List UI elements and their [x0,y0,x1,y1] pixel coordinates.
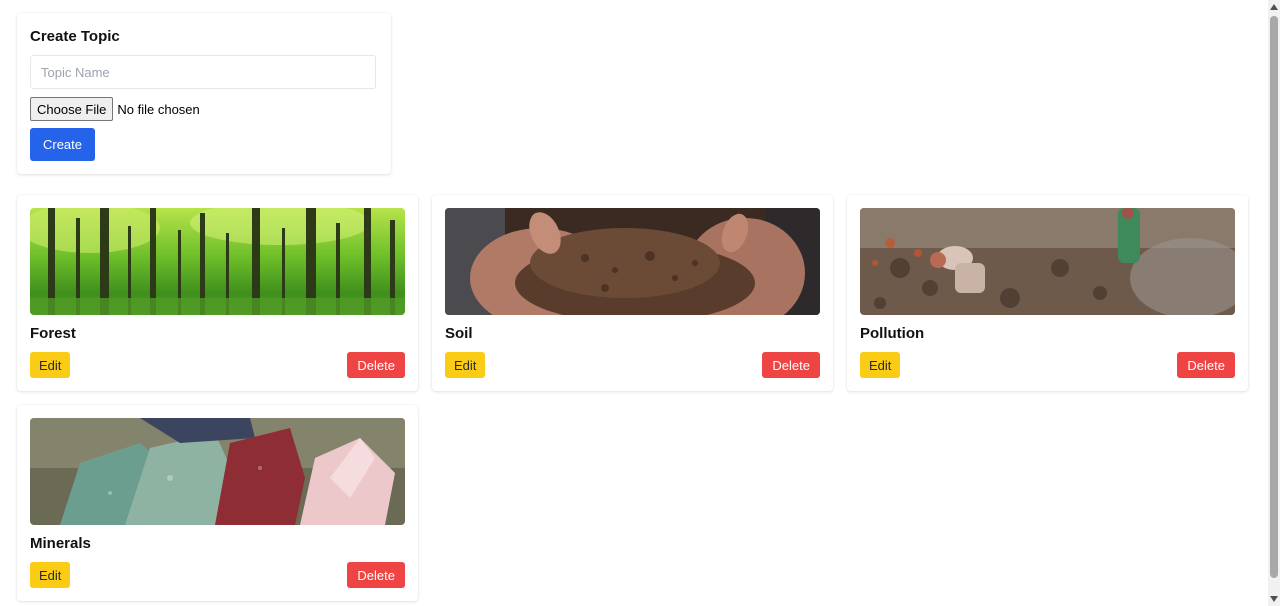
delete-button[interactable]: Delete [1177,352,1235,378]
file-picker: Choose File No file chosen [30,97,200,121]
edit-button[interactable]: Edit [445,352,486,378]
topic-card: Forest Edit Delete [17,195,418,391]
topic-title: Forest [30,325,76,342]
vertical-scrollbar[interactable] [1268,0,1280,606]
edit-button[interactable]: Edit [30,562,71,588]
create-topic-panel: Create Topic Choose File No file chosen … [17,13,391,174]
scrollbar-thumb[interactable] [1270,16,1278,578]
choose-file-button[interactable]: Choose File [30,97,114,121]
topic-name-input[interactable] [30,55,376,89]
edit-button[interactable]: Edit [860,352,901,378]
pollution-photo [860,208,1235,315]
file-status-text: No file chosen [117,101,200,117]
topics-page: Create Topic Choose File No file chosen … [0,0,1268,606]
create-topic-title: Create Topic [30,28,120,45]
delete-button[interactable]: Delete [347,562,405,588]
edit-button[interactable]: Edit [30,352,71,378]
topic-card: Minerals Edit Delete [17,405,418,601]
topic-card: Soil Edit Delete [432,195,833,391]
topic-card: Pollution Edit Delete [847,195,1248,391]
delete-button[interactable]: Delete [347,352,405,378]
scroll-down-arrow-icon[interactable] [1268,592,1280,606]
create-button[interactable]: Create [30,128,95,161]
topic-title: Soil [445,325,473,342]
delete-button[interactable]: Delete [762,352,820,378]
forest-photo [30,208,405,315]
soil-photo [445,208,820,315]
topic-title: Pollution [860,325,925,342]
topic-title: Minerals [30,535,91,552]
scroll-up-arrow-icon[interactable] [1268,0,1280,14]
minerals-photo [30,418,405,525]
